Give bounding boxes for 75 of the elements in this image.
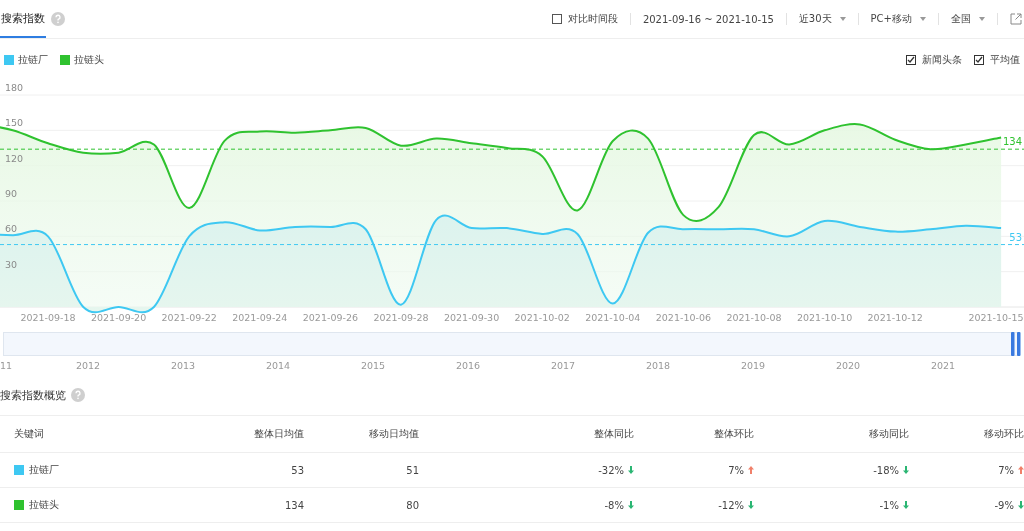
y-axis-label: 180	[5, 82, 24, 93]
tab[interactable]: 搜索指数	[0, 0, 46, 38]
help-icon[interactable]	[51, 12, 65, 26]
year-label: 2012	[75, 360, 101, 371]
y-axis-label: 30	[5, 258, 18, 270]
option-checkbox[interactable]: 新闻头条	[906, 53, 962, 67]
section-title: 搜索指数概览	[0, 387, 66, 403]
x-axis-label: 2021-10-04	[585, 312, 641, 323]
help-icon[interactable]	[71, 388, 85, 402]
range-handle[interactable]	[1011, 332, 1021, 356]
legend-label[interactable]: 拉链头	[74, 53, 104, 67]
x-axis-label: 2021-10-02	[514, 312, 570, 323]
caret-icon	[920, 17, 926, 21]
x-axis-label: 2021-09-26	[302, 312, 358, 323]
table-cell: 51	[406, 464, 419, 476]
y-axis-label: 120	[5, 152, 24, 164]
change-cell: -32%	[598, 464, 624, 476]
column-header: 移动环比	[983, 427, 1024, 441]
change-cell: -1%	[879, 499, 899, 511]
year-label: 2021	[930, 360, 956, 371]
compare-checkbox[interactable]: 对比时间段	[551, 12, 618, 26]
year-label: 2019	[740, 360, 766, 371]
column-header: 整体环比	[713, 427, 754, 441]
table-cell: 134	[284, 499, 304, 511]
x-axis-label: 2021-10-12	[867, 312, 923, 323]
x-axis-label: 2021-10-10	[797, 312, 853, 323]
caret-icon	[839, 17, 846, 21]
column-header: 移动日均值	[368, 427, 419, 441]
change-cell: 7%	[998, 464, 1014, 476]
year-label: 2016	[455, 360, 481, 371]
date-range-picker[interactable]: 2021-09-16 ~ 2021-10-15	[642, 13, 774, 25]
x-axis-label: 2021-10-15	[968, 312, 1024, 323]
x-axis-label: 2021-10-06	[655, 312, 711, 323]
x-axis-label: 2021-09-20	[91, 312, 147, 323]
change-cell: 7%	[728, 464, 744, 476]
check-icon	[907, 56, 915, 64]
column-header: 整体同比	[593, 427, 634, 441]
year-label: 2014	[265, 360, 291, 371]
average-label: 134	[1002, 136, 1022, 148]
caret-icon	[979, 17, 985, 21]
legend-label[interactable]: 拉链厂	[18, 53, 48, 67]
check-icon	[975, 56, 983, 64]
year-label: 2013	[170, 360, 196, 371]
y-axis-label: 150	[5, 117, 24, 129]
year-label: 11	[0, 360, 13, 371]
change-cell: -18%	[873, 464, 899, 476]
dropdown[interactable]: 全国	[951, 12, 985, 26]
table-cell: 80	[406, 499, 419, 511]
keyword-cell: 拉链头	[29, 498, 59, 512]
dropdown[interactable]: 近30天	[798, 12, 846, 26]
year-label: 2018	[645, 360, 671, 371]
export-icon[interactable]	[1010, 13, 1022, 25]
y-axis-label: 60	[5, 223, 18, 235]
change-cell: -8%	[604, 499, 624, 511]
option-checkbox[interactable]: 平均值	[974, 53, 1020, 67]
table-cell: 53	[291, 464, 304, 476]
column-header: 移动同比	[868, 427, 909, 441]
average-label: 53	[1009, 231, 1022, 243]
y-axis-label: 90	[5, 188, 18, 199]
x-axis-label: 2021-09-22	[161, 312, 217, 323]
change-cell: -9%	[994, 499, 1014, 511]
column-header: 整体日均值	[253, 427, 304, 441]
keyword-cell: 拉链厂	[29, 463, 59, 477]
x-axis-label: 2021-09-30	[444, 312, 500, 323]
year-label: 2017	[550, 360, 576, 371]
x-axis-label: 2021-10-08	[726, 312, 782, 323]
x-axis-label: 2021-09-24	[232, 312, 288, 323]
x-axis-label: 2021-09-28	[373, 312, 429, 323]
navigator-track[interactable]	[3, 332, 1018, 356]
change-cell: -12%	[718, 499, 744, 511]
x-axis-label: 2021-09-18	[20, 312, 76, 323]
year-label: 2020	[835, 360, 861, 371]
dropdown[interactable]: PC+移动	[870, 12, 926, 26]
column-header: 关键词	[14, 427, 45, 441]
year-label: 2015	[360, 360, 386, 371]
